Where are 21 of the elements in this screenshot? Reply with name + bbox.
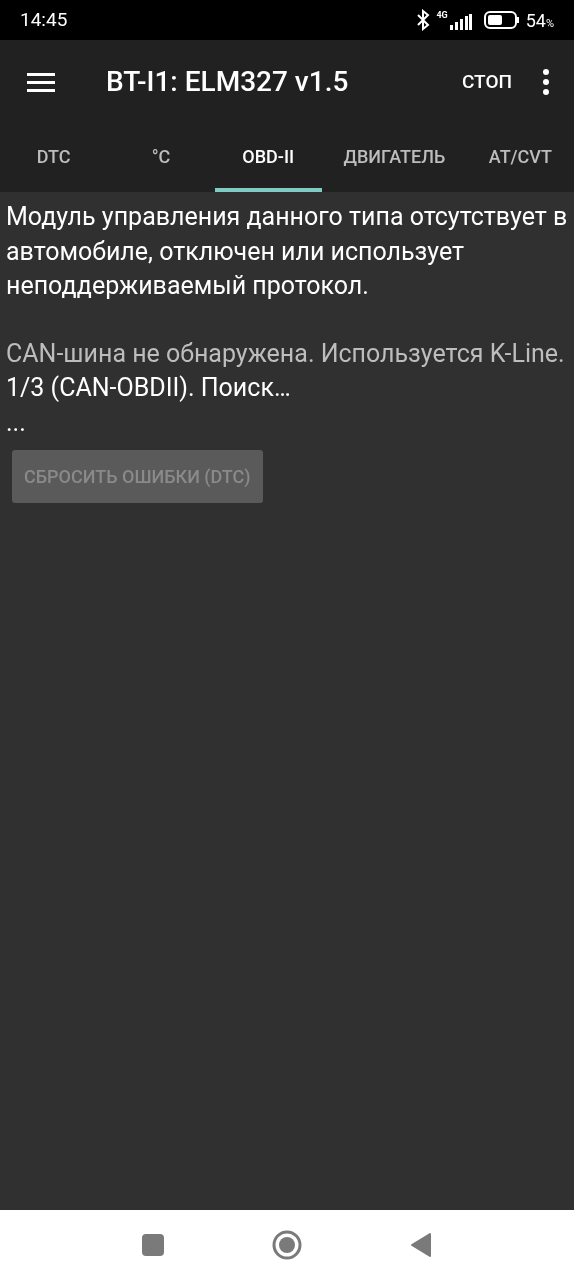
app-title: BT-I1: ELM327 v1.5 <box>106 64 349 100</box>
status-message: Модуль управления данного типа отсутствует в автомобиле, отключен или использует неподдерживаемый протокол. <box>6 201 568 302</box>
status-message: CAN-шина не обнаружена. Используется K-Line. <box>6 337 566 370</box>
home-icon[interactable] <box>272 1230 302 1260</box>
tab[interactable]: ДВИГАТЕЛЬ <box>321 124 467 192</box>
back-icon[interactable] <box>410 1232 432 1258</box>
status-message: ... <box>6 406 27 439</box>
battery-icon <box>483 11 520 29</box>
network-type: 4G <box>436 10 448 20</box>
status-message: 1/3 (CAN-OBDII). Поиск… <box>6 372 292 404</box>
tab[interactable]: AT/CVT <box>466 124 574 192</box>
tab[interactable]: DTC <box>0 124 108 192</box>
clock: 14:45 <box>20 6 68 33</box>
stop-button[interactable]: СТОП <box>451 57 522 107</box>
battery-percent: 54 <box>525 8 546 33</box>
percent-sign: % <box>545 16 554 32</box>
bluetooth-icon <box>416 9 431 31</box>
tab[interactable]: °C <box>107 124 215 192</box>
signal-icon <box>449 13 472 30</box>
tab[interactable]: OBD-II <box>214 124 322 192</box>
recent-apps-icon[interactable] <box>142 1234 164 1256</box>
